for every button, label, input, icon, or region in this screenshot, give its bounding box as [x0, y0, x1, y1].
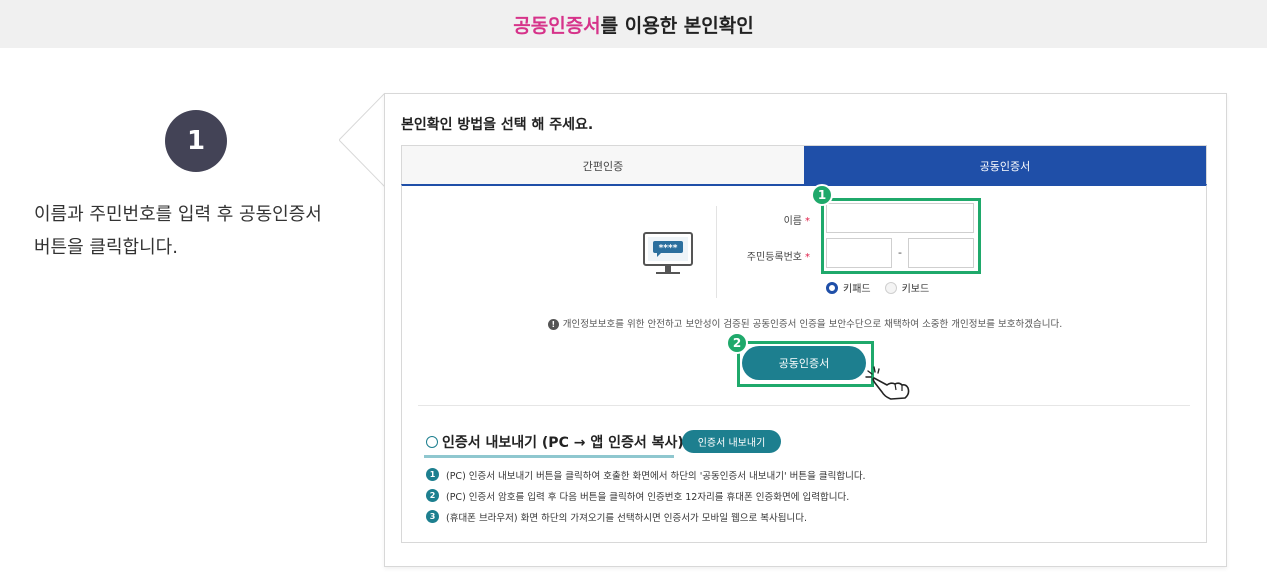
highlight-box-inputs: [821, 198, 981, 274]
required-mark: *: [805, 252, 810, 263]
panel-title: 본인확인 방법을 선택 해 주세요.: [401, 117, 594, 133]
badge-step-1: 1: [811, 184, 833, 206]
export-title-underline: [424, 455, 674, 458]
radio-keypad[interactable]: [826, 281, 838, 294]
badge-step-2: 2: [726, 332, 748, 354]
tab-joint-certificate[interactable]: 공동인증서: [804, 146, 1206, 185]
monitor-password-icon: ****: [643, 232, 693, 274]
export-section-title: 인증서 내보내기 (PC → 앱 인증서 복사): [426, 432, 684, 452]
joint-certificate-button[interactable]: 공동인증서: [742, 346, 866, 380]
radio-keyboard[interactable]: [884, 281, 897, 294]
rrn-label: 주민등록번호 *: [732, 248, 810, 263]
section-divider: [418, 405, 1190, 406]
export-steps-list: 1 (PC) 인증서 내보내기 버튼을 클릭하여 호출한 화면에서 하단의 '공…: [426, 464, 866, 527]
export-step: 3 (휴대폰 브라우저) 화면 하단의 가져오기를 선택하시면 인증서가 모바일…: [426, 506, 866, 527]
export-step-text: (휴대폰 브라우저) 화면 하단의 가져오기를 선택하시면 인증서가 모바일 웹…: [446, 512, 807, 524]
certificate-form-area: **** 이름 * 주민등록번호 * - 1 키패드 키보드 ! 개인정보보호를 위한…: [401, 184, 1207, 543]
page-banner: 공동인증서 를 이용한 본인확인: [0, 0, 1267, 48]
name-label: 이름 *: [752, 212, 810, 227]
input-method-radios: 키패드 키보드: [826, 280, 929, 295]
step-number-icon: 3: [426, 510, 439, 523]
banner-accent: 공동인증서: [513, 14, 601, 37]
step-number-badge: 1: [165, 110, 227, 172]
rrn-label-text: 주민등록번호: [746, 252, 802, 263]
required-mark: *: [805, 216, 810, 227]
auth-panel: 본인확인 방법을 선택 해 주세요. 간편인증 공동인증서 **** 이름 * 주…: [384, 93, 1227, 567]
refresh-circle-icon: [426, 436, 438, 448]
step-description: 이름과 주민번호를 입력 후 공동인증서 버튼을 클릭합니다.: [34, 198, 364, 264]
step-number-icon: 1: [426, 468, 439, 481]
export-step-text: (PC) 인증서 내보내기 버튼을 클릭하여 호출한 화면에서 하단의 '공동인…: [446, 470, 866, 482]
name-label-text: 이름: [783, 216, 802, 227]
export-title-text: 인증서 내보내기 (PC → 앱 인증서 복사): [442, 435, 684, 451]
export-step: 1 (PC) 인증서 내보내기 버튼을 클릭하여 호출한 화면에서 하단의 '공…: [426, 464, 866, 485]
radio-keyboard-label: 키보드: [901, 284, 930, 295]
security-notice: ! 개인정보보호를 위한 안전하고 보안성이 검증된 공동인증서 인증을 보안수단…: [402, 316, 1208, 330]
vertical-divider: [716, 206, 717, 298]
export-step: 2 (PC) 인증서 암호를 입력 후 다음 버튼을 클릭하여 인증번호 12자…: [426, 485, 866, 506]
export-certificate-button[interactable]: 인증서 내보내기: [682, 430, 781, 453]
panel-pointer-arrow: [339, 93, 385, 187]
hand-pointer-icon: [865, 366, 910, 400]
banner-text: 를 이용한 본인확인: [600, 14, 754, 37]
step-desc-line2: 버튼을 클릭합니다.: [34, 237, 178, 258]
auth-tabs: 간편인증 공동인증서: [401, 145, 1207, 185]
svg-text:****: ****: [659, 244, 678, 254]
export-step-text: (PC) 인증서 암호를 입력 후 다음 버튼을 클릭하여 인증번호 12자리를…: [446, 491, 850, 503]
info-icon: !: [547, 319, 559, 330]
security-notice-text: 개인정보보호를 위한 안전하고 보안성이 검증된 공동인증서 인증을 보안수단으…: [562, 319, 1063, 330]
step-number-icon: 2: [426, 489, 439, 502]
radio-keypad-label: 키패드: [843, 284, 871, 295]
step-desc-line1: 이름과 주민번호를 입력 후 공동인증서: [34, 204, 322, 225]
tab-simple-auth[interactable]: 간편인증: [402, 146, 804, 185]
